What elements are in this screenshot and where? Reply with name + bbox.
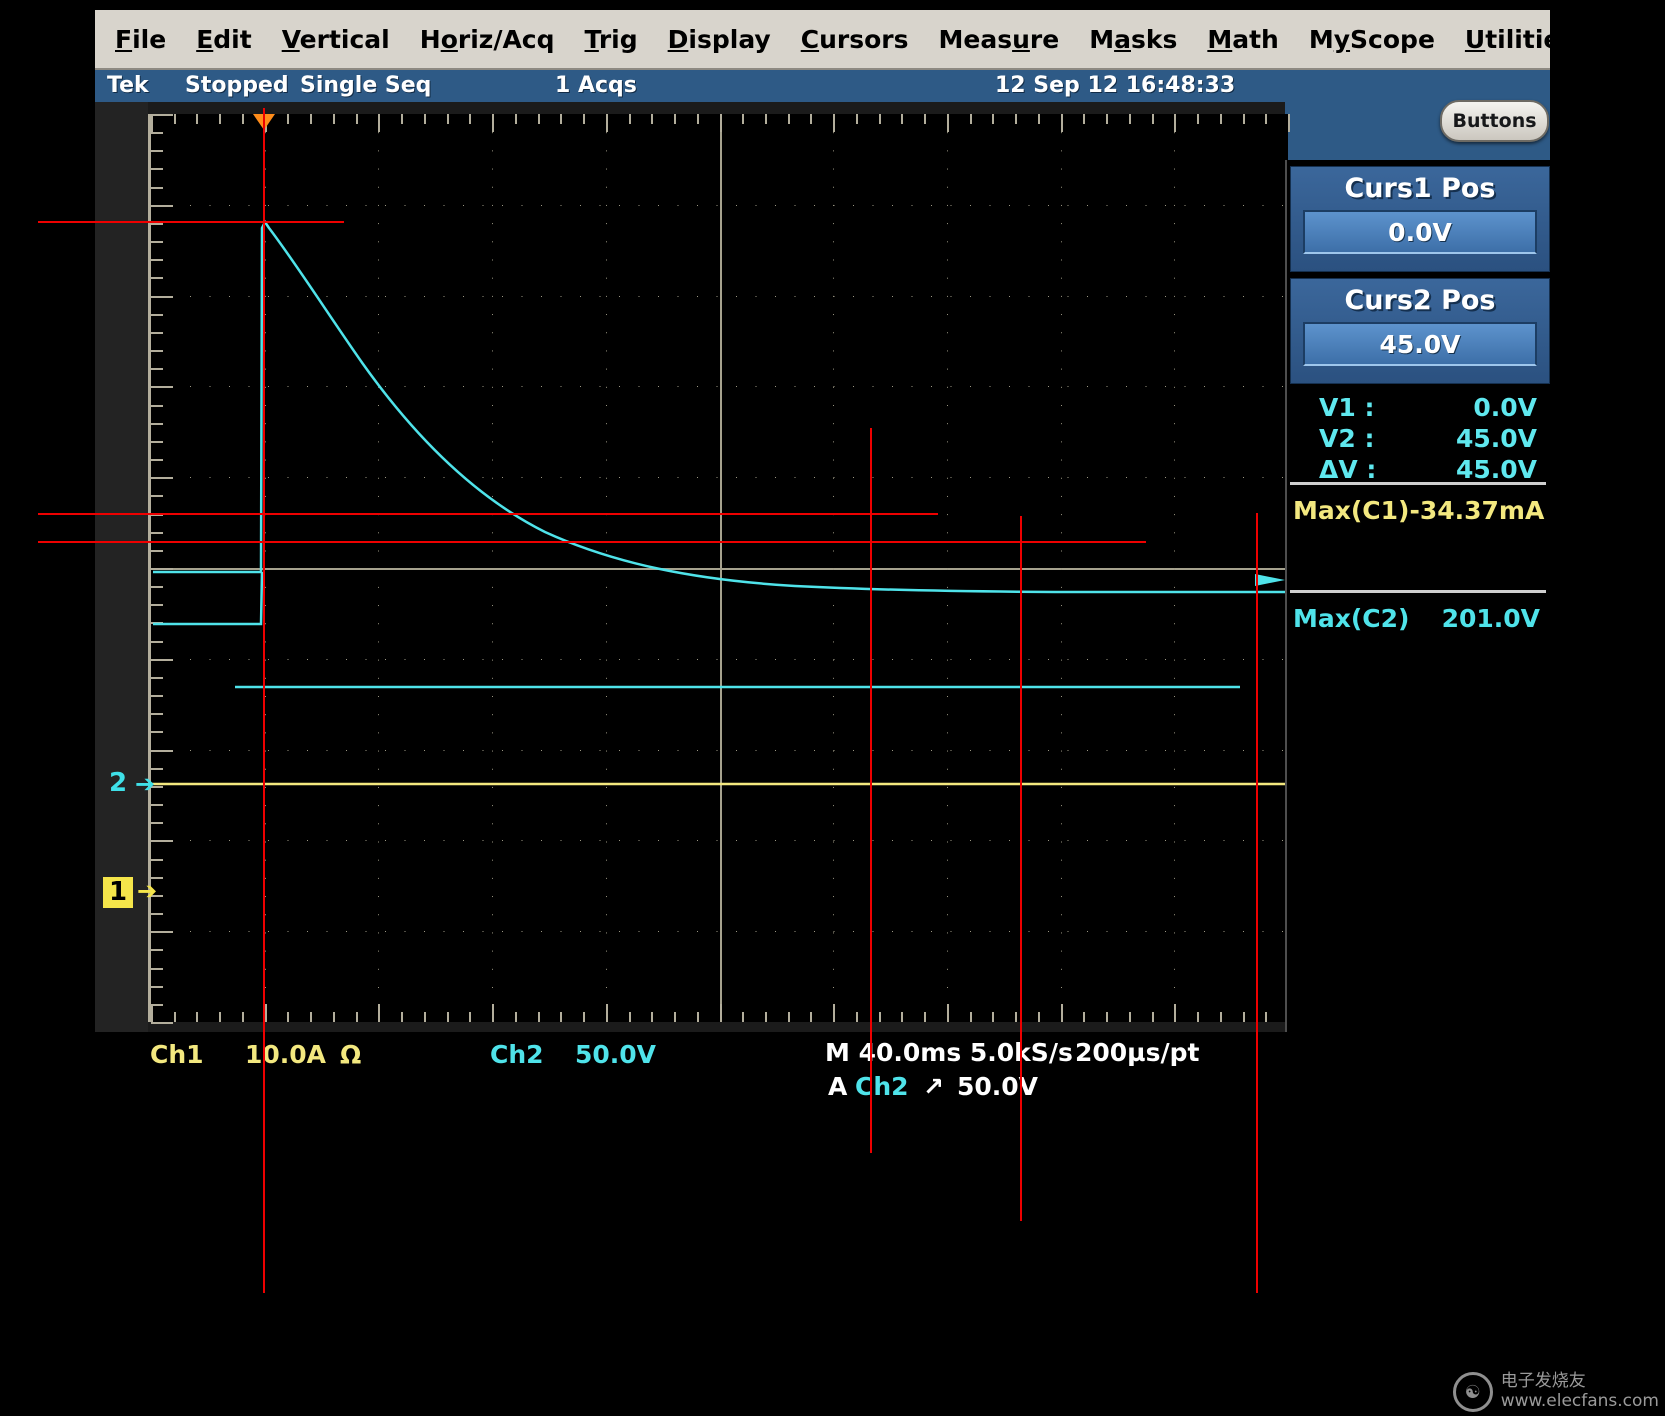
ch2-scale-value[interactable]: 50.0V <box>575 1040 656 1069</box>
trigger-prefix-label: A <box>828 1072 847 1101</box>
oscilloscope-window: File Edit Vertical Horiz/Acq Trig Display Curs… <box>95 10 1550 1105</box>
ch2-position-marker[interactable]: 2 <box>109 770 127 796</box>
cursor2-title: Curs2 Pos <box>1291 285 1549 316</box>
readout-row-v1: V1 : 0.0V <box>1295 392 1547 423</box>
cursor-readout-group: V1 : 0.0V V2 : 45.0V ΔV : 45.0V <box>1295 392 1547 485</box>
graticule-hline <box>151 659 1288 660</box>
watermark-line-2: www.elecfans.com <box>1501 1392 1659 1412</box>
cursor1-title: Curs1 Pos <box>1291 173 1549 204</box>
menu-item-edit[interactable]: Edit <box>196 25 252 54</box>
cursor1-value-field[interactable]: 0.0V <box>1303 210 1537 254</box>
ch1-coupling-icon[interactable]: Ω <box>340 1040 361 1069</box>
annotation-line-end-x <box>1256 513 1258 1293</box>
ch1-arrow-icon: ➔ <box>137 879 157 903</box>
cursor1-position-control[interactable]: Curs1 Pos 0.0V <box>1290 166 1550 272</box>
graticule-vline <box>1061 114 1062 1022</box>
annotation-line-cursor-a-x <box>870 428 872 1153</box>
ch1-label[interactable]: Ch1 <box>150 1040 204 1069</box>
readout-row-delta-v: ΔV : 45.0V <box>1295 454 1547 485</box>
cursor2-value-field[interactable]: 45.0V <box>1303 322 1537 366</box>
readout-row-v2: V2 : 45.0V <box>1295 423 1547 454</box>
graticule-tick-rail <box>151 1008 1288 1022</box>
bottom-readout-bar: Ch1 10.0A Ω Ch2 50.0V M 40.0ms 5.0kS/s 2… <box>95 1032 1285 1105</box>
trigger-level-value[interactable]: 50.0V <box>957 1072 1038 1101</box>
menu-item-vertical[interactable]: Vertical <box>282 25 390 54</box>
graticule-vline <box>947 114 948 1022</box>
graticule-hline <box>151 931 1288 932</box>
resolution-readout: 200µs/pt <box>1075 1038 1199 1067</box>
menu-item-measure[interactable]: Measure <box>938 25 1059 54</box>
datetime-label: 12 Sep 12 16:48:33 <box>995 73 1235 98</box>
max-c2-label: Max(C2) <box>1293 604 1409 633</box>
waveform-display[interactable]: 2 ➔ 1 ➔ <box>95 102 1285 1032</box>
menu-item-horiz-acq[interactable]: Horiz/Acq <box>420 25 555 54</box>
buttons-button[interactable]: Buttons <box>1440 100 1549 142</box>
v2-key: V2 : <box>1319 424 1389 453</box>
annotation-line-trigger-x <box>263 108 265 1293</box>
delta-v-value: 45.0V <box>1456 455 1537 484</box>
menu-item-math[interactable]: Math <box>1207 25 1279 54</box>
graticule-hline <box>151 750 1288 751</box>
delta-v-key: ΔV : <box>1319 455 1389 484</box>
annotation-line-mid-lower <box>38 541 1146 543</box>
measurement-row-max-c1[interactable]: Max(C1) -34.37mA <box>1291 496 1546 525</box>
v1-key: V1 : <box>1319 393 1389 422</box>
annotation-line-peak <box>38 221 344 223</box>
acq-count-label: 1 Acqs <box>555 73 637 98</box>
trigger-slope-icon[interactable]: ↗ <box>923 1072 944 1101</box>
menu-item-file[interactable]: File <box>115 25 166 54</box>
ch1-position-marker[interactable]: 1 <box>103 877 133 908</box>
run-state-label[interactable]: Stopped <box>185 73 289 98</box>
max-c1-label: Max(C1) <box>1293 496 1409 525</box>
panel-divider-2 <box>1290 590 1546 593</box>
menu-item-trig[interactable]: Trig <box>585 25 638 54</box>
graticule-hline <box>151 568 1288 570</box>
ch2-arrow-icon: ➔ <box>135 772 155 796</box>
graticule-hline <box>151 840 1288 841</box>
side-control-panel: Curs1 Pos 0.0V Curs2 Pos 45.0V V1 : 0.0V… <box>1285 160 1552 1032</box>
timebase-readout[interactable]: M 40.0ms 5.0kS/s <box>825 1038 1073 1067</box>
graticule <box>148 114 1288 1022</box>
graticule-vline <box>1174 114 1175 1022</box>
graticule-vline <box>833 114 834 1022</box>
menu-item-utilities[interactable]: Utilities <box>1465 25 1575 54</box>
menu-item-masks[interactable]: Masks <box>1089 25 1177 54</box>
max-c2-value: 201.0V <box>1442 604 1540 633</box>
menu-item-myscope[interactable]: MyScope <box>1309 25 1435 54</box>
panel-divider-1 <box>1290 482 1546 485</box>
menu-item-cursors[interactable]: Cursors <box>801 25 909 54</box>
watermark-icon: ☯ <box>1453 1372 1493 1412</box>
acq-mode-label[interactable]: Single Seq <box>300 73 431 98</box>
measurement-row-max-c2[interactable]: Max(C2) 201.0V <box>1291 604 1546 633</box>
menu-item-display[interactable]: Display <box>668 25 771 54</box>
graticule-tick-rail <box>151 114 1288 128</box>
menu-bar: File Edit Vertical Horiz/Acq Trig Display Curs… <box>95 10 1550 70</box>
trigger-source-label[interactable]: Ch2 <box>855 1072 909 1101</box>
ch2-label[interactable]: Ch2 <box>490 1040 544 1069</box>
tek-logo: Tek <box>107 73 149 98</box>
cursor2-position-control[interactable]: Curs2 Pos 45.0V <box>1290 278 1550 384</box>
v1-value: 0.0V <box>1473 393 1537 422</box>
watermark-line-1: 电子发烧友 <box>1501 1372 1659 1392</box>
menu-item-help[interactable]: Help <box>1605 25 1665 54</box>
annotation-line-mid-upper <box>38 513 938 515</box>
v2-value: 45.0V <box>1456 424 1537 453</box>
max-c1-value: -34.37mA <box>1409 496 1544 525</box>
annotation-line-cursor-b-x <box>1020 516 1022 1221</box>
ch1-scale-value[interactable]: 10.0A <box>245 1040 326 1069</box>
watermark: ☯ 电子发烧友 www.elecfans.com <box>1453 1372 1659 1412</box>
